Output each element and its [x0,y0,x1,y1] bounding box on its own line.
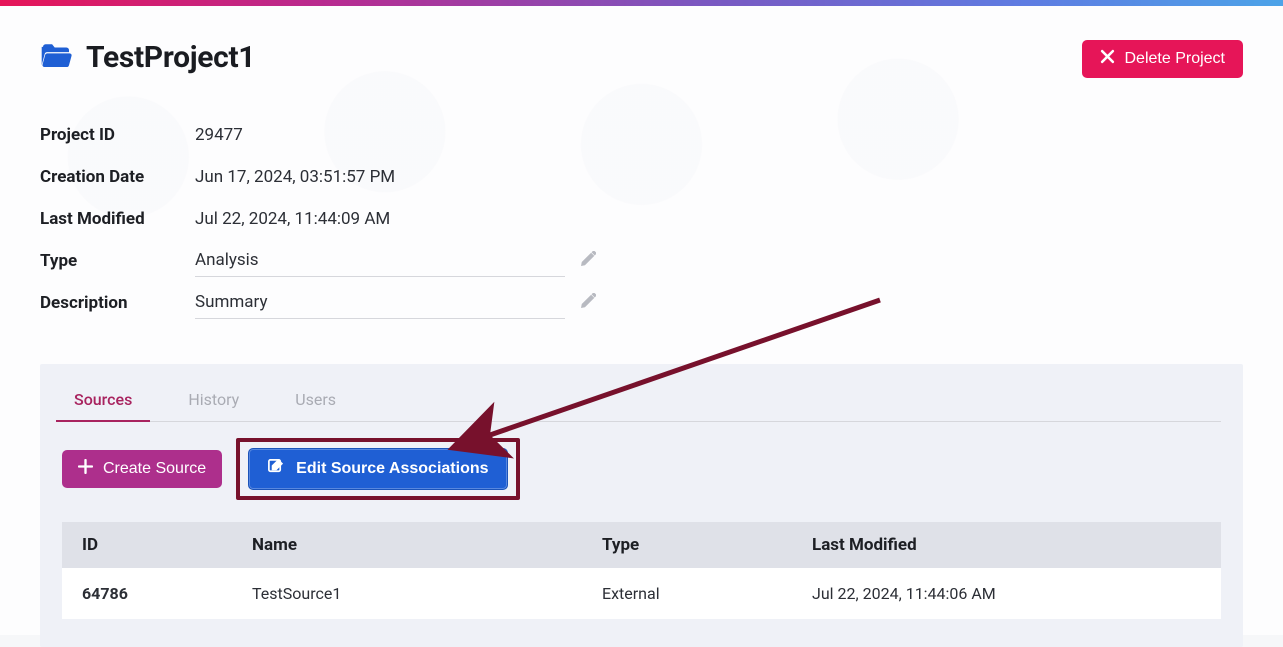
edit-source-associations-button[interactable]: Edit Source Associations [248,448,507,490]
tab-users[interactable]: Users [291,382,340,421]
tab-history[interactable]: History [184,382,243,421]
meta-project-id-label: Project ID [40,125,195,145]
project-title-wrap: TestProject1 [40,40,255,75]
project-meta: Project ID 29477 Creation Date Jun 17, 2… [40,114,1243,324]
sources-panel: Sources History Users Create Source [40,364,1243,647]
panel-action-row: Create Source Edit Source Associations [62,438,1221,500]
col-header-name[interactable]: Name [232,522,582,568]
meta-description-value[interactable]: Summary [195,288,565,319]
col-header-type[interactable]: Type [582,522,792,568]
edit-source-associations-label: Edit Source Associations [296,460,488,478]
delete-project-label: Delete Project [1125,50,1226,68]
meta-description-label: Description [40,293,195,313]
cell-name: TestSource1 [232,568,582,619]
edit-icon [267,458,284,480]
table-header-row: ID Name Type Last Modified [62,522,1221,568]
meta-modified-value: Jul 22, 2024, 11:44:09 AM [195,209,390,229]
tab-bar: Sources History Users [62,382,1221,422]
close-icon [1100,49,1115,69]
table-row[interactable]: 64786 TestSource1 External Jul 22, 2024,… [62,568,1221,619]
sources-table: ID Name Type Last Modified 64786 TestSou… [62,522,1221,619]
folder-open-icon [40,43,72,73]
delete-project-button[interactable]: Delete Project [1082,40,1244,78]
meta-creation-label: Creation Date [40,167,195,187]
meta-type-value[interactable]: Analysis [195,246,565,277]
cell-modified: Jul 22, 2024, 11:44:06 AM [792,568,1221,619]
page-title: TestProject1 [86,40,255,75]
col-header-id[interactable]: ID [62,522,232,568]
create-source-label: Create Source [103,460,206,478]
meta-creation-value: Jun 17, 2024, 03:51:57 PM [195,167,395,187]
page-header: TestProject1 Delete Project [40,40,1243,78]
cell-type: External [582,568,792,619]
meta-project-id-value: 29477 [195,125,243,145]
cell-id: 64786 [62,568,232,619]
meta-modified-row: Last Modified Jul 22, 2024, 11:44:09 AM [40,198,1243,240]
meta-project-id-row: Project ID 29477 [40,114,1243,156]
meta-modified-label: Last Modified [40,209,195,229]
annotation-highlight-box: Edit Source Associations [236,438,519,500]
meta-creation-row: Creation Date Jun 17, 2024, 03:51:57 PM [40,156,1243,198]
col-header-modified[interactable]: Last Modified [792,522,1221,568]
meta-type-row: Type Analysis [40,240,1243,282]
create-source-button[interactable]: Create Source [62,450,222,488]
tab-sources[interactable]: Sources [70,382,136,421]
pencil-icon[interactable] [579,293,596,314]
plus-icon [78,459,93,479]
meta-description-row: Description Summary [40,282,1243,324]
pencil-icon[interactable] [579,251,596,272]
meta-type-label: Type [40,251,195,271]
